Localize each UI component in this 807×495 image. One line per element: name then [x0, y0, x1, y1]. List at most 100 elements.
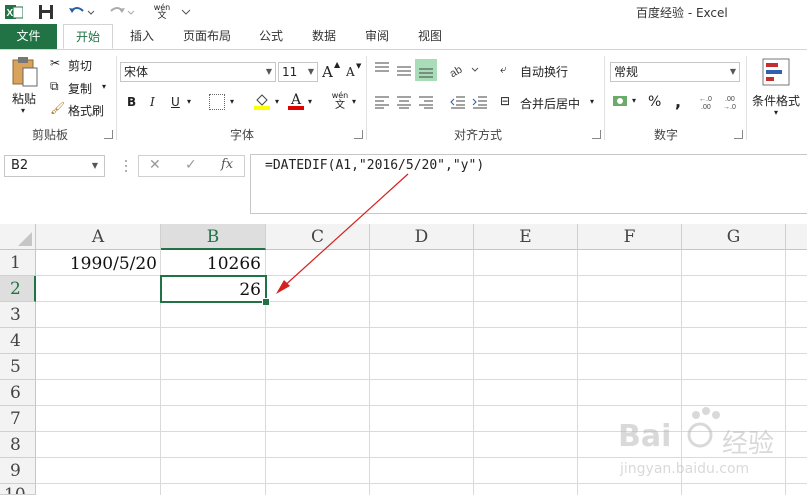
excel-logo-icon: X — [4, 3, 24, 21]
phonetic-bottom-text: 文 — [335, 100, 345, 111]
number-launcher-icon[interactable] — [734, 130, 743, 139]
fill-color-icon[interactable] — [254, 92, 270, 110]
cell-b1[interactable]: 10266 — [161, 251, 265, 276]
cell-a1[interactable]: 1990/5/20 — [36, 251, 161, 276]
alignment-launcher-icon[interactable] — [592, 130, 601, 139]
insert-function-icon[interactable]: fx — [221, 157, 233, 172]
column-header-g[interactable]: G — [682, 224, 786, 250]
column-header-h[interactable] — [786, 224, 807, 250]
row-header-1[interactable]: 1 — [0, 250, 36, 276]
tab-file[interactable]: 文件 — [0, 24, 57, 49]
merge-center-button[interactable]: ⊟ 合并后居中 ▾ — [500, 94, 600, 112]
copy-button[interactable]: ⧉ 复制 ▾ — [50, 79, 112, 97]
wrap-text-button[interactable]: ⤶ 自动换行 — [500, 62, 580, 80]
font-name-combo[interactable]: 宋体 ▼ — [120, 62, 276, 82]
tab-insert[interactable]: 插入 — [125, 24, 159, 49]
number-format-combo[interactable]: 常规 ▼ — [610, 62, 740, 82]
border-dropdown-icon[interactable]: ▾ — [230, 97, 234, 106]
tab-data[interactable]: 数据 — [307, 24, 341, 49]
chevron-down-icon: ▼ — [729, 67, 736, 76]
percent-button[interactable]: % — [648, 94, 661, 110]
tab-view[interactable]: 视图 — [413, 24, 447, 49]
align-right-icon[interactable] — [418, 95, 434, 109]
row-header-9[interactable]: 9 — [0, 458, 36, 484]
redo-icon[interactable] — [106, 3, 136, 21]
grow-font-button[interactable]: A — [322, 63, 333, 81]
increase-decimal-icon[interactable]: ←.0.00 — [699, 93, 717, 111]
column-header-e[interactable]: E — [474, 224, 578, 250]
increase-indent-icon[interactable] — [472, 95, 488, 109]
column-header-f[interactable]: F — [578, 224, 682, 250]
conditional-format-button[interactable]: 条件格式 ▾ — [752, 56, 807, 122]
column-header-a[interactable]: A — [36, 224, 161, 250]
name-box-value: B2 — [11, 158, 29, 173]
cut-button[interactable]: ✂ 剪切 — [50, 56, 110, 74]
row-header-5[interactable]: 5 — [0, 354, 36, 380]
underline-button[interactable]: U — [171, 95, 180, 109]
row-header-4[interactable]: 4 — [0, 328, 36, 354]
watermark-brand: Bai — [618, 419, 672, 454]
row-header-2[interactable]: 2 — [0, 276, 36, 302]
gridline — [473, 250, 474, 495]
row-header-10[interactable]: 10 — [0, 484, 36, 495]
customize-qat-icon[interactable] — [180, 3, 192, 21]
font-name-value: 宋体 — [124, 65, 149, 79]
row-header-6[interactable]: 6 — [0, 380, 36, 406]
shrink-font-button[interactable]: A — [346, 65, 355, 79]
ribbon: 粘贴 ▾ ✂ 剪切 ⧉ 复制 ▾ 🖌 格式刷 剪贴板 宋体 ▼ 11 ▼ A ▲… — [0, 50, 807, 145]
column-header-b[interactable]: B — [161, 224, 266, 250]
save-icon[interactable] — [36, 3, 56, 21]
phonetic-button[interactable]: wén 文 — [330, 92, 350, 112]
border-icon[interactable] — [209, 94, 225, 110]
font-size-combo[interactable]: 11 ▼ — [278, 62, 318, 82]
paste-button[interactable]: 粘贴 ▾ — [8, 56, 42, 116]
tab-formulas[interactable]: 公式 — [254, 24, 288, 49]
italic-button[interactable]: I — [150, 95, 155, 109]
cancel-icon[interactable]: ✕ — [149, 157, 161, 173]
decrease-indent-icon[interactable] — [450, 95, 466, 109]
top-align-icon[interactable] — [374, 62, 390, 74]
chevron-down-icon: ▼ — [307, 67, 314, 76]
font-color-icon[interactable]: A — [288, 92, 304, 110]
phonetic-dropdown-icon[interactable]: ▾ — [352, 97, 356, 106]
tab-page-layout[interactable]: 页面布局 — [178, 24, 236, 49]
undo-icon[interactable] — [66, 3, 96, 21]
comma-button[interactable]: , — [675, 92, 681, 111]
clipboard-group-label: 剪贴板 — [32, 128, 69, 142]
tab-review[interactable]: 审阅 — [360, 24, 394, 49]
fill-dropdown-icon[interactable]: ▾ — [275, 97, 279, 106]
align-left-icon[interactable] — [374, 95, 390, 109]
select-all-button[interactable] — [0, 224, 36, 250]
bold-button[interactable]: B — [127, 95, 136, 109]
row-header-8[interactable]: 8 — [0, 432, 36, 458]
cut-label: 剪切 — [68, 59, 93, 73]
enter-icon[interactable]: ✓ — [185, 157, 197, 173]
row-header-7[interactable]: 7 — [0, 406, 36, 432]
wrap-text-label: 自动换行 — [520, 65, 569, 79]
clipboard-launcher-icon[interactable] — [104, 130, 113, 139]
font-color-dropdown-icon[interactable]: ▾ — [308, 97, 312, 106]
bottom-align-icon[interactable] — [415, 59, 437, 81]
tab-home[interactable]: 开始 — [63, 24, 113, 49]
decrease-decimal-icon[interactable]: .00 →.0 — [723, 93, 741, 111]
row-header-3[interactable]: 3 — [0, 302, 36, 328]
font-group-label: 字体 — [230, 128, 255, 142]
accounting-format-icon[interactable] — [612, 94, 630, 110]
align-center-icon[interactable] — [396, 95, 412, 109]
font-launcher-icon[interactable] — [354, 130, 363, 139]
wrap-text-icon: ⤶ — [500, 62, 507, 76]
paste-label: 粘贴 — [12, 92, 37, 106]
underline-dropdown-icon[interactable]: ▾ — [187, 97, 191, 106]
merge-center-label: 合并后居中 — [520, 97, 581, 111]
middle-align-icon[interactable] — [396, 64, 412, 76]
orientation-icon[interactable]: ab — [448, 62, 480, 80]
merge-icon: ⊟ — [500, 94, 511, 108]
conditional-dropdown-icon: ▾ — [774, 108, 779, 117]
name-box[interactable]: B2 ▼ — [4, 155, 105, 177]
format-painter-button[interactable]: 🖌 格式刷 — [50, 101, 112, 119]
formula-bar-grip[interactable] — [124, 158, 128, 174]
watermark-url: jingyan.baidu.com — [620, 461, 750, 477]
phonetic-guide-icon[interactable]: wén 文 — [146, 3, 178, 21]
accounting-dropdown-icon[interactable]: ▾ — [632, 96, 636, 105]
copy-icon: ⧉ — [50, 79, 59, 93]
